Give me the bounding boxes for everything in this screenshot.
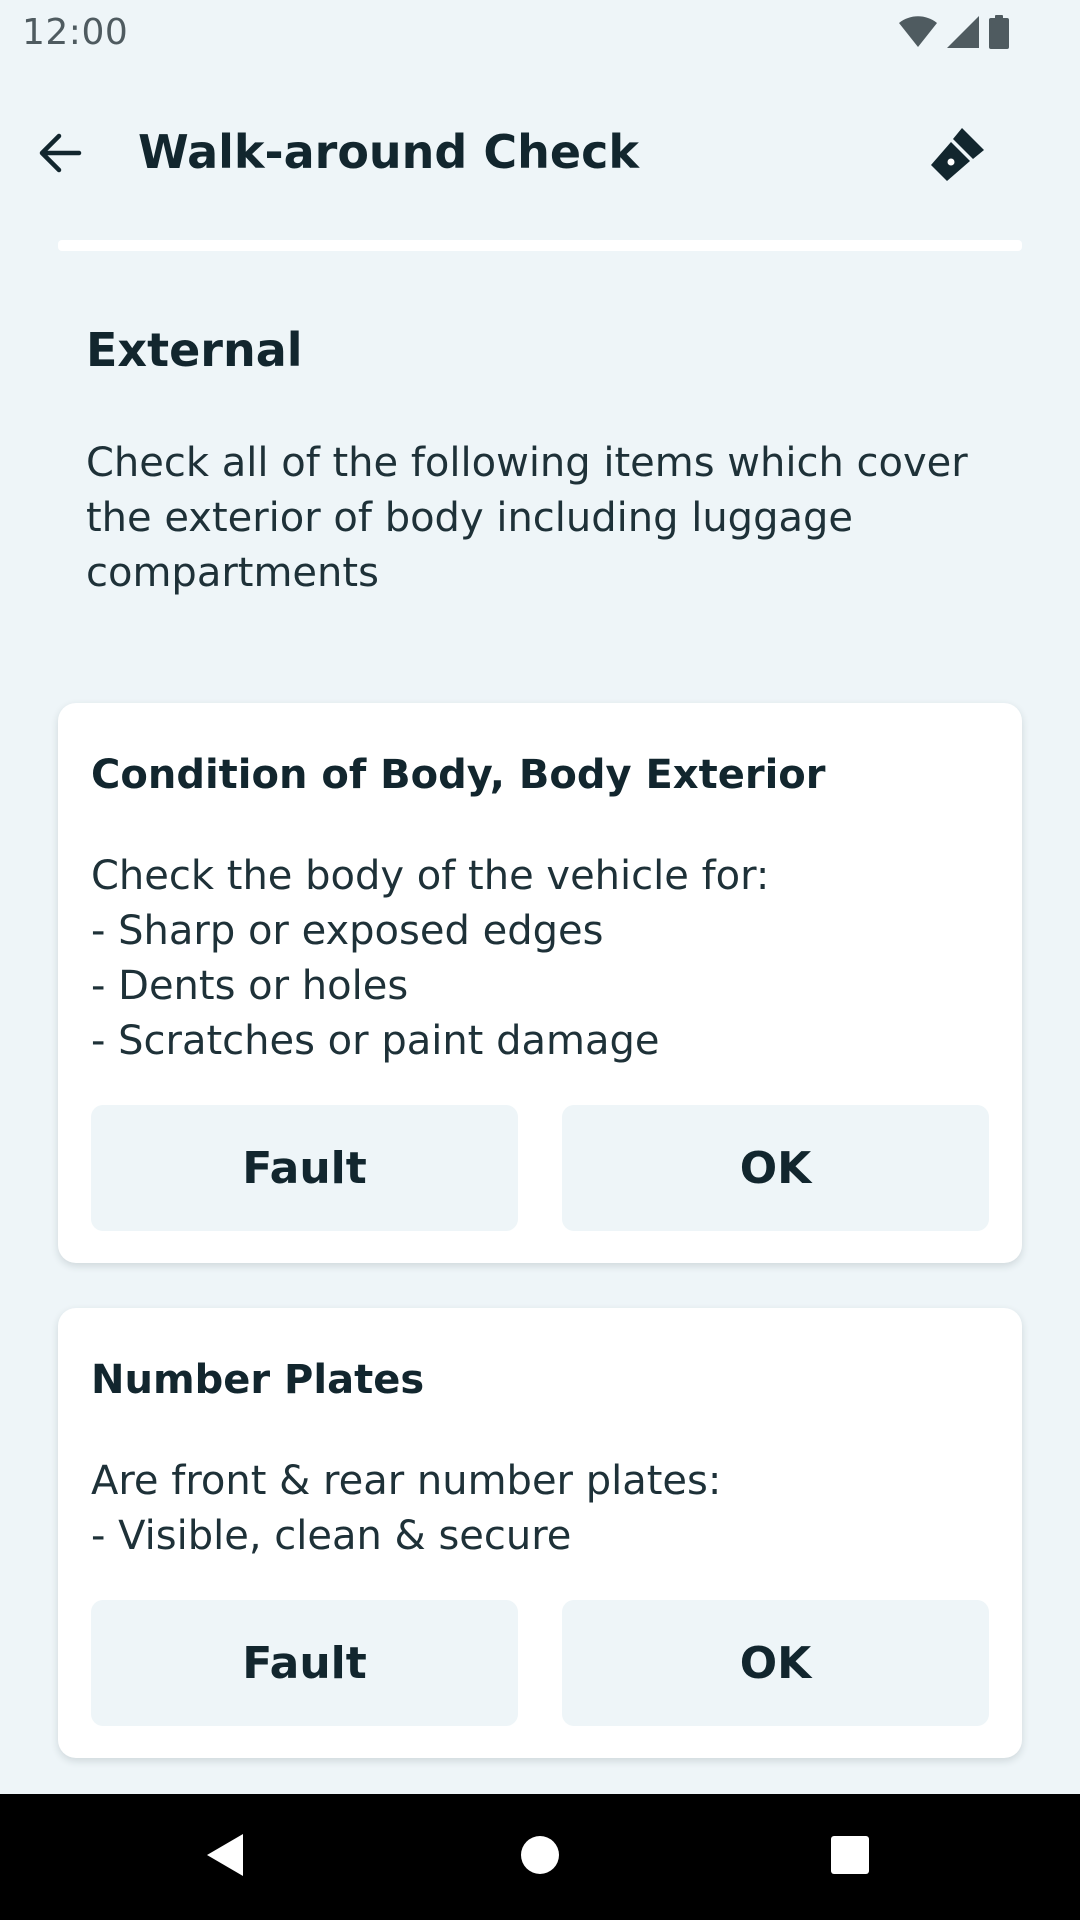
nav-back-button[interactable] <box>190 1822 260 1892</box>
section-heading: External <box>86 323 303 377</box>
check-line: - Sharp or exposed edges <box>91 908 604 954</box>
flashlight-button[interactable] <box>922 120 994 192</box>
progress-bar <box>58 240 1022 251</box>
section-description: Check all of the following items which c… <box>86 440 968 596</box>
ok-button[interactable]: OK <box>562 1105 989 1231</box>
status-icons <box>898 14 1010 50</box>
navigation-bar <box>0 1794 1080 1920</box>
ok-button[interactable]: OK <box>562 1600 989 1726</box>
nav-home-button[interactable] <box>505 1822 575 1892</box>
check-line: - Scratches or paint damage <box>91 1018 660 1064</box>
flashlight-icon <box>929 125 987 187</box>
nav-recents-icon <box>829 1834 871 1880</box>
check-title: Number Plates <box>91 1357 425 1403</box>
fault-button[interactable]: Fault <box>91 1105 518 1231</box>
check-line: Are front & rear number plates: <box>91 1458 722 1504</box>
check-title: Condition of Body, Body Exterior <box>91 752 826 798</box>
back-button[interactable] <box>28 122 94 188</box>
check-line: - Visible, clean & secure <box>91 1513 572 1559</box>
page-title: Walk-around Check <box>138 125 639 179</box>
nav-recents-button[interactable] <box>815 1822 885 1892</box>
status-time: 12:00 <box>22 12 129 53</box>
nav-back-icon <box>203 1831 247 1883</box>
check-description: Are front & rear number plates: - Visibl… <box>91 1454 991 1564</box>
nav-home-icon <box>519 1834 561 1880</box>
check-card: Condition of Body, Body Exterior Check t… <box>58 703 1022 1263</box>
check-description: Check the body of the vehicle for: - Sha… <box>91 849 991 1069</box>
cell-signal-icon <box>946 15 980 49</box>
fault-button[interactable]: Fault <box>91 1600 518 1726</box>
wifi-icon <box>898 16 938 48</box>
battery-icon <box>988 15 1010 49</box>
app-bar: Walk-around Check <box>0 100 1080 204</box>
status-bar: 12:00 <box>0 0 1080 64</box>
arrow-back-icon <box>39 133 83 177</box>
check-line: - Dents or holes <box>91 963 409 1009</box>
check-line: Check the body of the vehicle for: <box>91 853 770 899</box>
check-card: Number Plates Are front & rear number pl… <box>58 1308 1022 1758</box>
